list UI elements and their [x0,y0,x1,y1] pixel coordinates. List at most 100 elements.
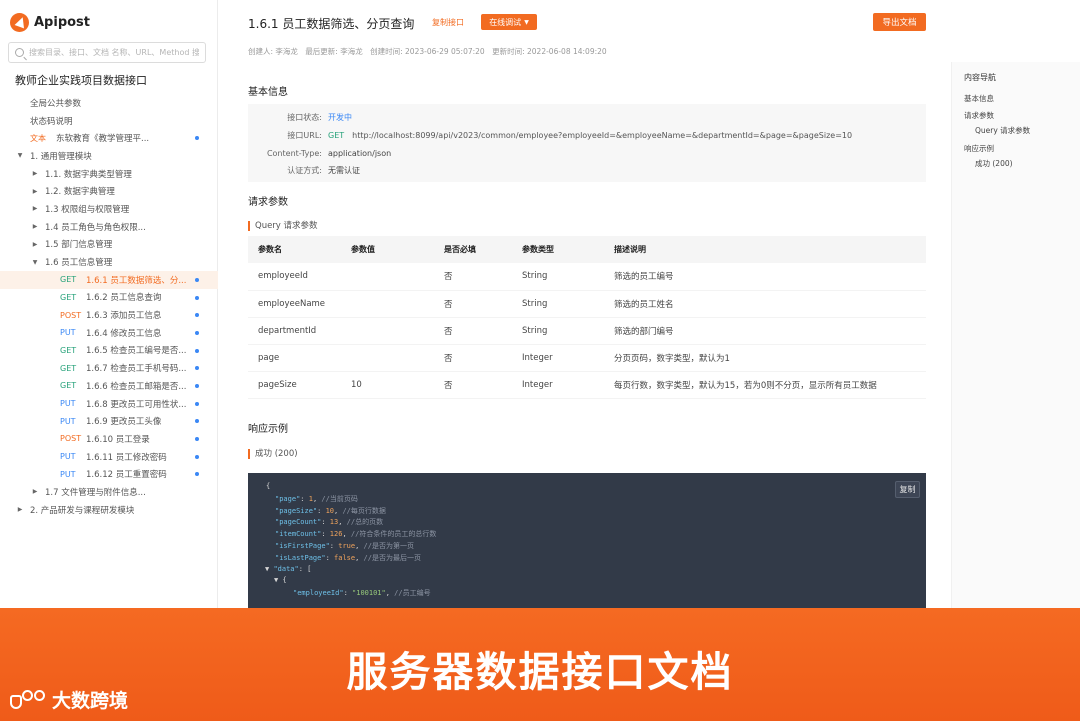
sidebar-item-label: 1.7 文件管理与附件信息... [45,487,146,498]
sidebar-item[interactable]: ▼ 1.6 员工信息管理 [0,253,218,271]
status-dot-icon [195,472,199,477]
toc-item[interactable]: 基本信息 [964,93,994,104]
sidebar-item[interactable]: ▼ 1. 通用管理模块 [0,147,218,165]
sidebar-item-label: 1.6.3 添加员工信息 [86,311,162,322]
method-badge: PUT [60,416,76,426]
code-line: "itemCount": 126, //符合条件的员工的总行数 [275,530,437,539]
param-value-cell [341,263,434,291]
brand-name: 大数跨境 [52,690,129,712]
method-badge: PUT [60,469,76,479]
content-type-label: Content-Type: [266,148,322,158]
caret-right-icon[interactable]: ▶ [31,241,39,248]
status-dot-icon [195,419,199,424]
code-line: "page": 1, //当前页码 [275,494,358,503]
sidebar-item-label: 1.6.10 员工登录 [86,434,150,445]
method-badge: 文本 [30,133,46,143]
bottom-banner: 服务器数据接口文档 大数跨境 [0,608,1080,721]
sidebar-item-label: 1.6.12 员工重置密码 [86,470,167,481]
search-icon [15,48,24,57]
json-key: "isFirstPage" [275,542,330,550]
sidebar-item[interactable]: GET 1.6.7 检查员工手机号码... [0,359,218,377]
meta-creator: 创建人: 李海龙 [248,47,298,56]
sidebar-item[interactable]: POST 1.6.10 员工登录 [0,430,218,448]
sidebar-item[interactable]: ▶ 1.1. 数据字典类型管理 [0,165,218,183]
sidebar-item[interactable]: PUT 1.6.8 更改员工可用性状... [0,395,218,413]
query-params-table: 参数名 参数值 是否必填 参数类型 描述说明 employeeId 否 String… [248,236,926,400]
table-row: departmentId 否 String 筛选的部门编号 [248,317,926,346]
table-row: employeeName 否 String 筛选的员工姓名 [248,290,926,318]
auth-label: 认证方式: [287,165,322,175]
json-value: "100101" [352,589,386,598]
status-dot-icon [195,313,199,318]
toc-item[interactable]: 请求参数 [964,110,994,121]
sidebar-item[interactable]: PUT 1.6.12 员工重置密码 [0,465,218,483]
toc-item[interactable]: 成功 (200) [975,158,1013,169]
doc-meta: 创建人: 李海龙 最后更新: 李海龙 创建时间: 2023-06-29 05:0… [248,46,612,57]
content-navigation: 内容导航 基本信息 请求参数 Query 请求参数 响应示例 成功 (200) [951,62,1080,608]
table-row: pageSize 10 否 Integer 每页行数，数字类型，默认为15，若为0则不分… [248,371,926,400]
search-input[interactable] [29,48,199,57]
json-comment: //每页行数据 [342,506,386,515]
sidebar-item[interactable]: POST 1.6.3 添加员工信息 [0,306,218,324]
status-dot-icon [195,454,199,459]
sidebar-item[interactable]: PUT 1.6.4 修改员工信息 [0,324,218,342]
copy-api-button[interactable]: 复制接口 [423,14,473,31]
param-type-cell: String [512,290,604,318]
caret-right-icon[interactable]: ▶ [31,188,39,195]
sidebar-item-label: 1.6.11 员工修改密码 [86,452,167,463]
sidebar-item-label: 东软教育《教学管理平... [56,134,150,145]
caret-right-icon[interactable]: ▶ [16,506,24,513]
sidebar-item-label: 1.6.7 检查员工手机号码... [86,364,187,375]
sidebar-item[interactable]: ▶ 1.2. 数据字典管理 [0,182,218,200]
caret-right-icon[interactable]: ▶ [31,205,39,212]
url-value[interactable]: http://localhost:8099/api/v2023/common/e… [352,131,852,140]
sidebar-item[interactable]: GET 1.6.2 员工信息查询 [0,289,218,307]
status-label: 接口状态: [287,112,322,122]
sidebar-item[interactable]: GET 1.6.6 检查员工邮箱是否... [0,377,218,395]
sidebar-item[interactable]: GET 1.6.1 员工数据筛选、分... [0,270,218,289]
sidebar-item-label: 1.6.4 修改员工信息 [86,328,162,339]
sidebar-item[interactable]: 文本 东软教育《教学管理平... [0,129,218,147]
section-response: 响应示例 [248,424,288,435]
method-badge: PUT [60,328,76,338]
param-description-cell: 筛选的员工编号 [604,263,926,291]
sidebar-item[interactable]: GET 1.6.5 检查员工编号是否... [0,342,218,360]
caret-right-icon[interactable]: ▶ [31,170,39,177]
sidebar-item[interactable]: ▶ 1.5 部门信息管理 [0,236,218,254]
caret-right-icon[interactable]: ▶ [31,223,39,230]
sidebar-item[interactable]: ▶ 2. 产品研发与课程研发模块 [0,501,218,519]
copy-code-button[interactable]: 复制 [895,481,920,498]
caret-right-icon[interactable]: ▶ [31,488,39,495]
sidebar-item[interactable]: 全局公共参数 [0,94,218,112]
sidebar-item[interactable]: ▶ 1.4 员工角色与角色权限... [0,218,218,236]
sidebar-item[interactable]: ▶ 1.7 文件管理与附件信息... [0,483,218,501]
query-params-heading: Query 请求参数 [248,221,318,231]
status-dot-icon [195,277,199,282]
caret-down-icon[interactable]: ▼ [31,259,39,266]
param-required-cell: 否 [434,317,512,346]
export-doc-button[interactable]: 导出文档 [873,13,926,31]
app-logo[interactable]: Apipost [10,12,90,32]
sidebar-item[interactable]: PUT 1.6.9 更改员工头像 [0,412,218,430]
caret-down-icon[interactable]: ▼ [16,152,24,159]
sidebar-item-label: 1.6.2 员工信息查询 [86,293,162,304]
sidebar-item-label: 1.6 员工信息管理 [45,258,113,269]
sidebar-item[interactable]: 状态码说明 [0,112,218,130]
online-debug-button[interactable]: 在线调试 ▼ [481,14,537,30]
toc-item[interactable]: 响应示例 [964,143,994,154]
page-title: 1.6.1 员工数据筛选、分页查询 [248,17,415,31]
info-row-content-type: Content-Type: application/json [248,147,391,159]
sidebar-item[interactable]: ▶ 1.3 权限组与权限管理 [0,200,218,218]
response-code-block: 复制 {"page": 1, //当前页码 "pageSize": 10, //每… [248,473,926,608]
search-box[interactable] [8,42,206,63]
project-title[interactable]: 教师企业实践项目数据接口 [15,72,147,88]
code-line: "employeeId": "100101", //员工编号 [293,589,431,598]
sidebar-item[interactable]: PUT 1.6.11 员工修改密码 [0,448,218,466]
sidebar-item-label: 1.5 部门信息管理 [45,240,113,251]
param-value-cell [341,344,434,373]
toc-item[interactable]: Query 请求参数 [975,125,1030,136]
status-dot-icon [195,401,199,406]
banner-caption: 服务器数据接口文档 [346,648,734,696]
param-name-cell: departmentId [248,317,341,346]
param-type-cell: Integer [512,344,604,373]
